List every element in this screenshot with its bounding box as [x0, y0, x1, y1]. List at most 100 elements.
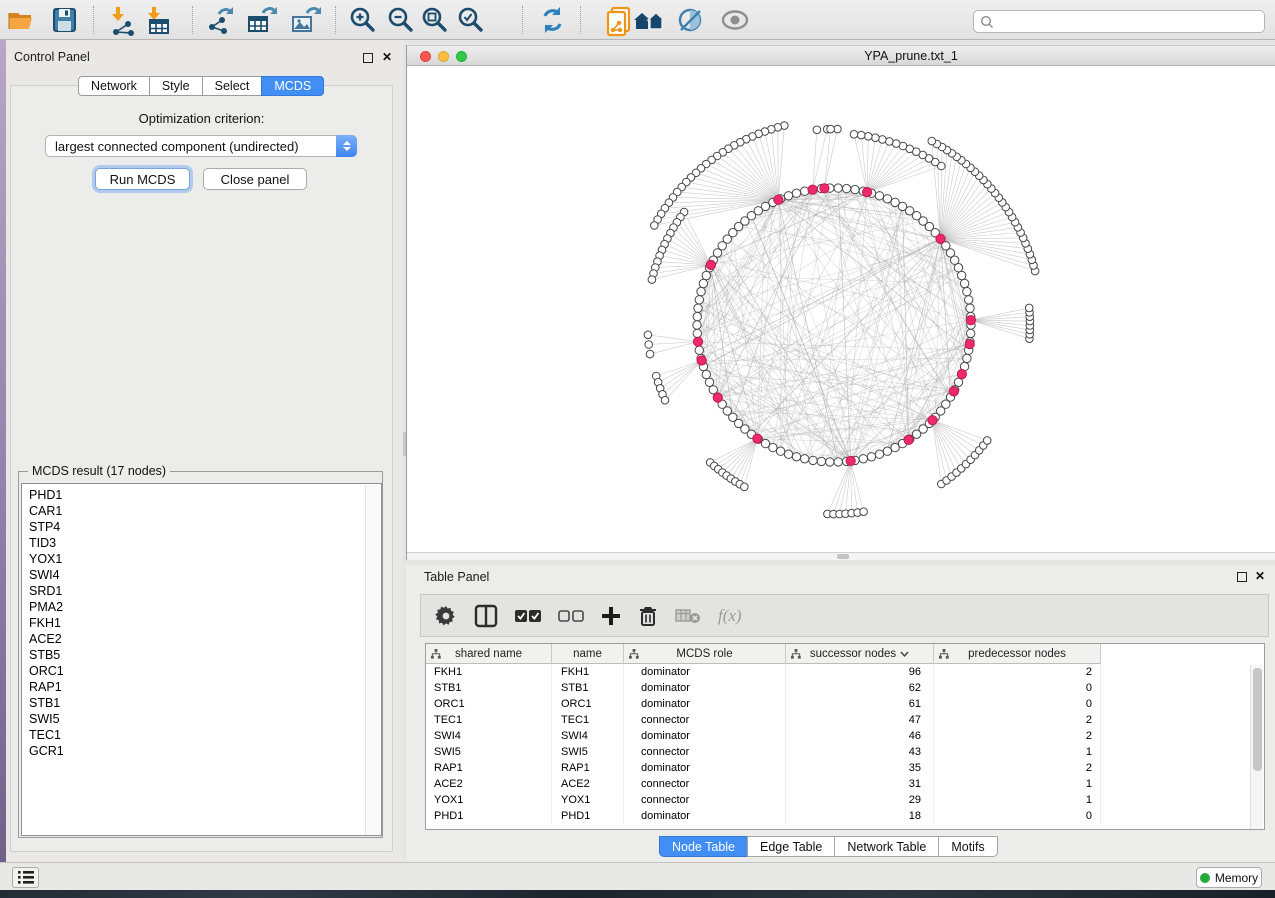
network-node[interactable] — [695, 346, 703, 354]
network-node[interactable] — [661, 396, 669, 404]
network-node[interactable] — [694, 304, 702, 312]
save-icon[interactable] — [51, 5, 78, 36]
delete-column-icon[interactable] — [638, 601, 658, 631]
mcds-node[interactable] — [820, 184, 829, 193]
tab-edge-table[interactable]: Edge Table — [747, 836, 835, 857]
network-edge[interactable] — [680, 217, 711, 265]
mcds-result-item[interactable]: YOX1 — [22, 551, 381, 567]
window-zoom-traffic-light[interactable] — [456, 51, 467, 62]
network-node[interactable] — [697, 287, 705, 295]
refresh-layout-icon[interactable] — [538, 5, 567, 36]
network-edge[interactable] — [698, 246, 946, 308]
add-column-icon[interactable] — [601, 601, 621, 631]
mcds-node[interactable] — [965, 340, 974, 349]
network-node[interactable] — [827, 125, 835, 133]
eye-icon[interactable] — [718, 5, 753, 36]
network-edge[interactable] — [867, 152, 916, 192]
tab-network[interactable]: Network — [78, 76, 150, 96]
network-node[interactable] — [966, 304, 974, 312]
network-edge[interactable] — [971, 320, 1030, 334]
network-node[interactable] — [928, 137, 936, 145]
import-network-icon[interactable] — [108, 5, 138, 36]
network-node[interactable] — [813, 126, 821, 134]
float-table-panel-icon[interactable] — [1237, 572, 1247, 582]
network-node[interactable] — [792, 453, 800, 461]
table-row[interactable]: ORC1ORC1dominator610 — [426, 696, 1264, 712]
network-node[interactable] — [960, 279, 968, 287]
tab-mcds[interactable]: MCDS — [261, 76, 324, 96]
network-edge[interactable] — [735, 439, 757, 482]
network-node[interactable] — [859, 455, 867, 463]
network-node[interactable] — [646, 350, 654, 358]
network-edge[interactable] — [854, 134, 867, 192]
settings-gear-icon[interactable] — [435, 601, 457, 631]
network-edge[interactable] — [734, 145, 778, 200]
close-panel-icon[interactable]: ✕ — [382, 52, 392, 62]
search-field[interactable] — [973, 10, 1265, 33]
hide-graphics-details-icon[interactable] — [676, 5, 705, 36]
network-edge[interactable] — [933, 420, 952, 476]
tab-motifs[interactable]: Motifs — [938, 836, 997, 857]
network-node[interactable] — [651, 222, 659, 230]
optimization-criterion-select[interactable]: largest connected component (undirected) — [45, 135, 357, 157]
table-row[interactable]: STB1STB1dominator620 — [426, 680, 1264, 696]
zoom-selected-icon[interactable] — [456, 5, 485, 36]
mcds-node[interactable] — [904, 435, 913, 444]
window-minimize-traffic-light[interactable] — [438, 51, 449, 62]
network-node[interactable] — [842, 184, 850, 192]
network-node[interactable] — [817, 457, 825, 465]
network-node[interactable] — [860, 508, 868, 516]
network-node[interactable] — [702, 271, 710, 279]
network-edge[interactable] — [827, 461, 850, 514]
network-node[interactable] — [784, 450, 792, 458]
network-node[interactable] — [645, 341, 653, 349]
network-node[interactable] — [879, 136, 887, 144]
mcds-result-item[interactable]: SRD1 — [22, 583, 381, 599]
tab-network-table[interactable]: Network Table — [834, 836, 939, 857]
mcds-result-item[interactable]: PMA2 — [22, 599, 381, 615]
import-table-icon[interactable] — [140, 5, 176, 36]
table-row[interactable]: RAP1RAP1dominator352 — [426, 760, 1264, 776]
network-edge[interactable] — [778, 126, 784, 200]
network-edge[interactable] — [710, 439, 757, 463]
table-row[interactable]: ACE2ACE2connector311 — [426, 776, 1264, 792]
network-edge[interactable] — [971, 320, 1030, 330]
deselect-all-icon[interactable] — [558, 601, 584, 631]
zoom-out-icon[interactable] — [386, 5, 415, 36]
zoom-fit-icon[interactable] — [420, 5, 449, 36]
network-edge[interactable] — [781, 188, 830, 451]
network-node[interactable] — [801, 455, 809, 463]
column-header-MCDS-role[interactable]: MCDS role — [624, 644, 786, 664]
mcds-node[interactable] — [928, 416, 937, 425]
home-view-icon[interactable] — [632, 5, 667, 36]
table-row[interactable]: FKH1FKH1dominator962 — [426, 664, 1264, 680]
network-node[interactable] — [801, 187, 809, 195]
network-edge[interactable] — [711, 265, 838, 462]
network-edge[interactable] — [851, 461, 864, 512]
mcds-node[interactable] — [957, 370, 966, 379]
memory-button[interactable]: Memory — [1196, 867, 1262, 888]
mcds-result-item[interactable]: SWI4 — [22, 567, 381, 583]
network-node[interactable] — [792, 189, 800, 197]
table-row[interactable]: TEC1TEC1connector472 — [426, 712, 1264, 728]
network-edge[interactable] — [778, 127, 779, 200]
mcds-result-item[interactable]: FKH1 — [22, 615, 381, 631]
network-node[interactable] — [834, 458, 842, 466]
run-mcds-button[interactable]: Run MCDS — [95, 168, 190, 190]
network-node[interactable] — [776, 447, 784, 455]
mcds-node[interactable] — [706, 260, 715, 269]
mcds-result-item[interactable]: STP4 — [22, 519, 381, 535]
mcds-node[interactable] — [713, 393, 722, 402]
network-scrollbar-thumb[interactable] — [837, 554, 849, 559]
network-node[interactable] — [883, 447, 891, 455]
network-node[interactable] — [699, 279, 707, 287]
network-node[interactable] — [695, 296, 703, 304]
network-edge[interactable] — [937, 144, 941, 239]
export-image-icon[interactable] — [290, 5, 323, 36]
network-edge[interactable] — [649, 342, 698, 345]
network-edge[interactable] — [660, 361, 702, 389]
function-builder-icon[interactable]: f(x) — [718, 606, 742, 626]
table-row[interactable]: SWI5SWI5connector431 — [426, 744, 1264, 760]
mcds-node[interactable] — [846, 456, 855, 465]
network-node[interactable] — [1025, 304, 1033, 312]
